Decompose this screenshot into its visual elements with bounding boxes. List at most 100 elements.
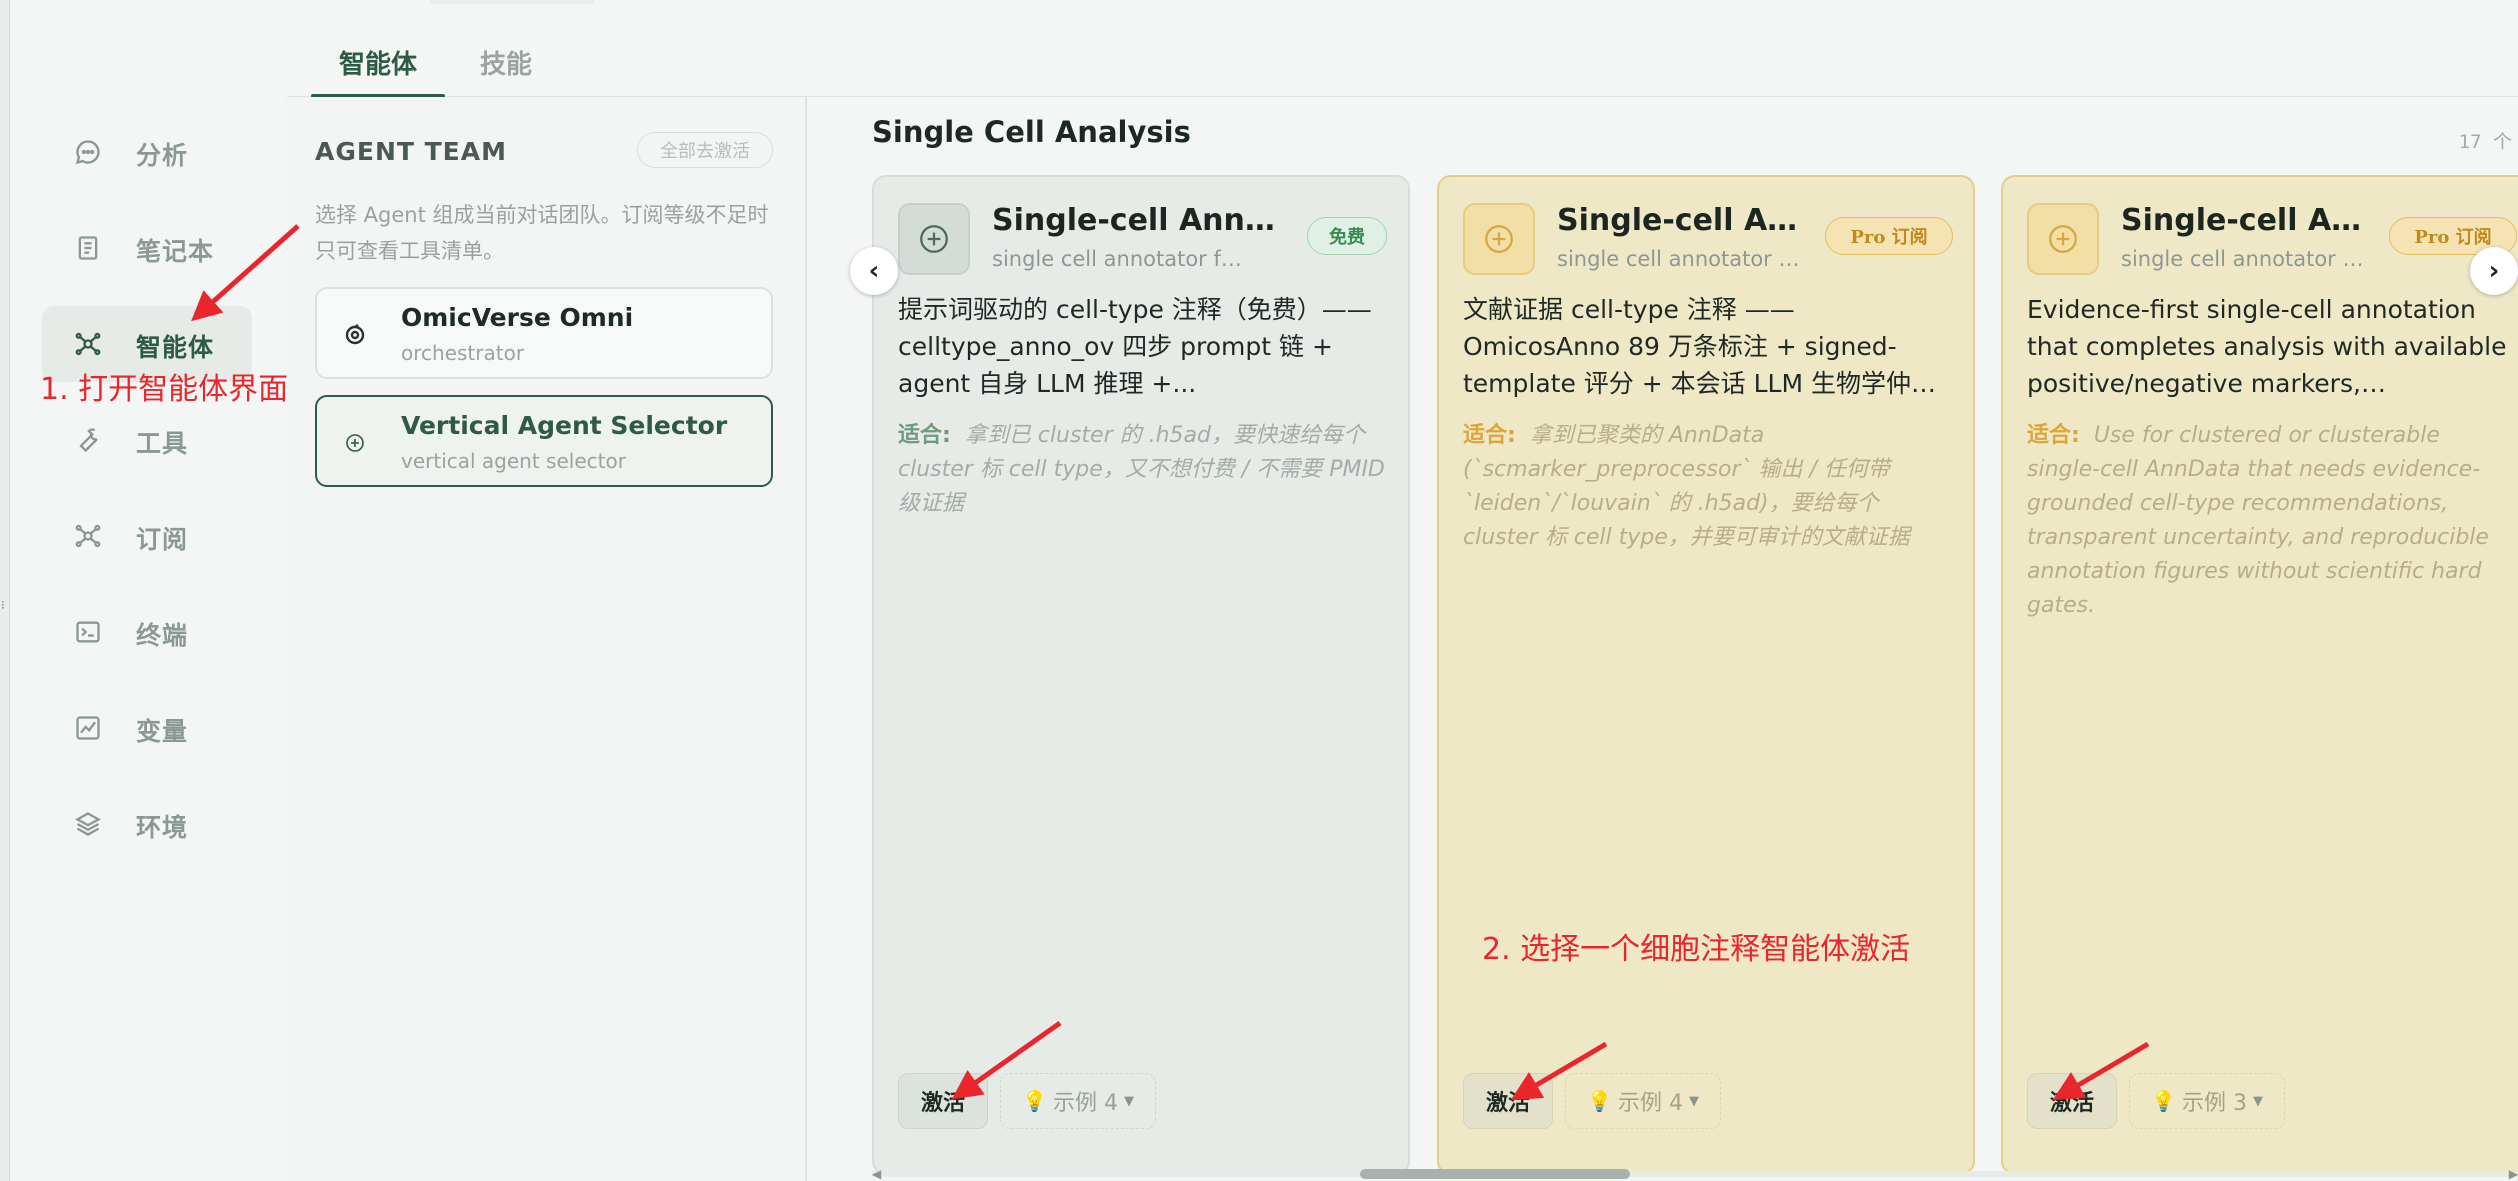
plus-circle-icon xyxy=(346,434,364,452)
fit-text: Use for clustered or clusterable single-… xyxy=(2027,423,2489,618)
examples-dropdown[interactable]: 💡 示例 4 ▼ xyxy=(1565,1073,1721,1129)
agent-card-description: Evidence-first single-cell annotation th… xyxy=(2027,291,2517,402)
agent-card-description: 文献证据 cell-type 注释 —— OmicosAnno 89 万条标注 … xyxy=(1463,291,1953,402)
tab-skills[interactable]: 技能 xyxy=(480,44,532,81)
agent-card-icon xyxy=(898,203,970,275)
tab-bar: 智能体 技能 xyxy=(287,10,2518,97)
agent-count: 17 个 xyxy=(2458,131,2512,153)
wrench-icon xyxy=(79,428,98,453)
agent-card-name: Single-cell Annotator Pro xyxy=(2121,203,2366,238)
fit-text: 拿到已聚类的 AnnData (`scmarker_preprocessor` … xyxy=(1463,423,1910,550)
target-icon xyxy=(345,324,365,345)
scroll-left-arrow-icon[interactable]: ◀ xyxy=(872,1167,881,1181)
sidebar: 分析 笔记本 智能体 工具 订阅 终端 变量 环境 xyxy=(10,10,287,1181)
agent-card-free[interactable]: Single-cell Annotator single cell annota… xyxy=(872,175,1410,1175)
examples-dropdown[interactable]: 💡 示例 3 ▼ xyxy=(2129,1073,2285,1129)
agent-card-sub: single cell annotator pro xyxy=(2121,247,2371,271)
agent-card-pro[interactable]: Single-cell Annotator Pro single cell an… xyxy=(1437,175,1975,1175)
lightbulb-icon: 💡 xyxy=(2151,1089,2176,1113)
activate-button[interactable]: 激活 xyxy=(1463,1073,1553,1129)
agent-catalog: Single Cell Analysis 17 个 Single-cell An… xyxy=(807,97,2518,1181)
sidebar-item-terminal[interactable]: 终端 xyxy=(42,594,252,670)
free-badge: 免费 xyxy=(1307,217,1387,255)
agent-card-fit: 适合: 拿到已 cluster 的 .h5ad，要快速给每个 cluster 标 … xyxy=(898,419,1388,521)
carousel-next-button[interactable]: › xyxy=(2470,247,2518,295)
sidebar-item-analysis[interactable]: 分析 xyxy=(42,114,252,190)
agent-card-sub: single cell annotator free xyxy=(992,247,1242,271)
plus-circle-icon xyxy=(920,225,948,253)
agent-card-icon xyxy=(1463,203,1535,275)
chart-box-icon xyxy=(76,716,100,740)
sidebar-item-subscription[interactable]: 订阅 xyxy=(42,498,252,574)
window-left-edge: ⁝ xyxy=(0,0,10,1181)
examples-label: 示例 4 xyxy=(1052,1091,1118,1116)
examples-dropdown[interactable]: 💡 示例 4 ▼ xyxy=(1000,1073,1156,1129)
chevron-left-icon: ‹ xyxy=(868,256,880,286)
sidebar-item-variables[interactable]: 变量 xyxy=(42,690,252,766)
edge-mark: ⁝ xyxy=(1,598,5,612)
agent-card-pro[interactable]: Single-cell Annotator Pro single cell an… xyxy=(2001,175,2518,1175)
team-agent-card-selected[interactable]: Vertical Agent Selector vertical agent s… xyxy=(315,395,773,487)
caret-down-icon: ▼ xyxy=(1123,1093,1134,1109)
sidebar-item-label: 环境 xyxy=(136,813,189,842)
examples-label: 示例 3 xyxy=(2181,1091,2247,1116)
agent-card-description: 提示词驱动的 cell-type 注释（免费）——celltype_anno_o… xyxy=(898,291,1388,402)
pro-badge: Pro 订阅 xyxy=(1825,217,1953,255)
agent-card-description-text: Evidence-first single-cell annotation th… xyxy=(2027,295,2507,398)
sidebar-item-label: 订阅 xyxy=(136,525,189,554)
scrollbar-thumb[interactable] xyxy=(1360,1169,1630,1179)
activate-button[interactable]: 激活 xyxy=(898,1073,988,1129)
caret-down-icon: ▼ xyxy=(1688,1093,1699,1109)
team-agent-sub: vertical agent selector xyxy=(401,449,626,473)
agent-card-description-text: 提示词驱动的 cell-type 注释（免费）——celltype_anno_o… xyxy=(898,295,1372,398)
sidebar-item-notebook[interactable]: 笔记本 xyxy=(42,210,252,286)
agent-card-name: Single-cell Annotator xyxy=(992,203,1277,238)
sidebar-item-label: 变量 xyxy=(136,717,189,746)
team-agent-sub: orchestrator xyxy=(401,341,525,365)
sidebar-item-label: 智能体 xyxy=(136,333,215,362)
agent-card-name: Single-cell Annotator Pro xyxy=(1557,203,1802,238)
activate-button[interactable]: 激活 xyxy=(2027,1073,2117,1129)
deactivate-all-button[interactable]: 全部去激活 xyxy=(637,132,773,168)
chat-icon xyxy=(75,140,100,165)
fit-text: 拿到已 cluster 的 .h5ad，要快速给每个 cluster 标 cel… xyxy=(898,423,1385,516)
caret-down-icon: ▼ xyxy=(2252,1093,2263,1109)
terminal-icon xyxy=(76,621,100,643)
agent-card-description-text: 文献证据 cell-type 注释 —— OmicosAnno 89 万条标注 … xyxy=(1463,295,1936,398)
carousel-prev-button[interactable]: ‹ xyxy=(850,247,898,295)
agent-team-description: 选择 Agent 组成当前对话团队。订阅等级不足时只可查看工具清单。 xyxy=(315,203,769,263)
sidebar-item-label: 工具 xyxy=(136,429,189,458)
horizontal-scrollbar[interactable]: ◀ ▶ xyxy=(872,1167,2518,1181)
annotation-step2: 2. 选择一个细胞注释智能体激活 xyxy=(1482,932,1911,967)
annotation-step1: 1. 打开智能体界面 xyxy=(40,372,289,407)
agent-team-panel: AGENT TEAM 全部去激活 选择 Agent 组成当前对话团队。订阅等级不… xyxy=(287,97,807,1181)
sidebar-item-label: 笔记本 xyxy=(136,237,215,266)
section-title: Single Cell Analysis xyxy=(872,115,1191,149)
agent-card-icon xyxy=(2027,203,2099,275)
lightbulb-icon: 💡 xyxy=(1587,1089,1612,1113)
agent-card-fit: 适合: 拿到已聚类的 AnnData (`scmarker_preprocesso… xyxy=(1463,419,1953,555)
top-bar-pill xyxy=(430,0,595,4)
fit-label: 适合: xyxy=(898,423,951,448)
network-icon xyxy=(75,524,101,548)
agent-card-sub: single cell annotator pro xyxy=(1557,247,1807,271)
sidebar-item-tools[interactable]: 工具 xyxy=(42,402,252,478)
layers-icon xyxy=(75,812,101,836)
notebook-icon xyxy=(78,236,98,260)
tab-agents[interactable]: 智能体 xyxy=(339,44,417,81)
team-agent-card[interactable]: OmicVerse Omni orchestrator xyxy=(315,287,773,379)
agent-card-fit: 适合: Use for clustered or clusterable sing… xyxy=(2027,419,2517,623)
agent-team-title: AGENT TEAM xyxy=(315,137,507,166)
agent-network-icon xyxy=(75,332,101,356)
plus-circle-icon xyxy=(2049,225,2077,253)
scrollbar-track xyxy=(872,1171,2518,1177)
sidebar-item-label: 分析 xyxy=(136,141,189,170)
sidebar-item-label: 终端 xyxy=(136,621,189,650)
team-agent-name: OmicVerse Omni xyxy=(401,303,634,332)
team-agent-name: Vertical Agent Selector xyxy=(401,411,728,440)
examples-label: 示例 4 xyxy=(1617,1091,1683,1116)
fit-label: 适合: xyxy=(2027,423,2080,448)
lightbulb-icon: 💡 xyxy=(1022,1089,1047,1113)
sidebar-item-environment[interactable]: 环境 xyxy=(42,786,252,862)
scroll-right-arrow-icon[interactable]: ▶ xyxy=(2509,1167,2518,1181)
